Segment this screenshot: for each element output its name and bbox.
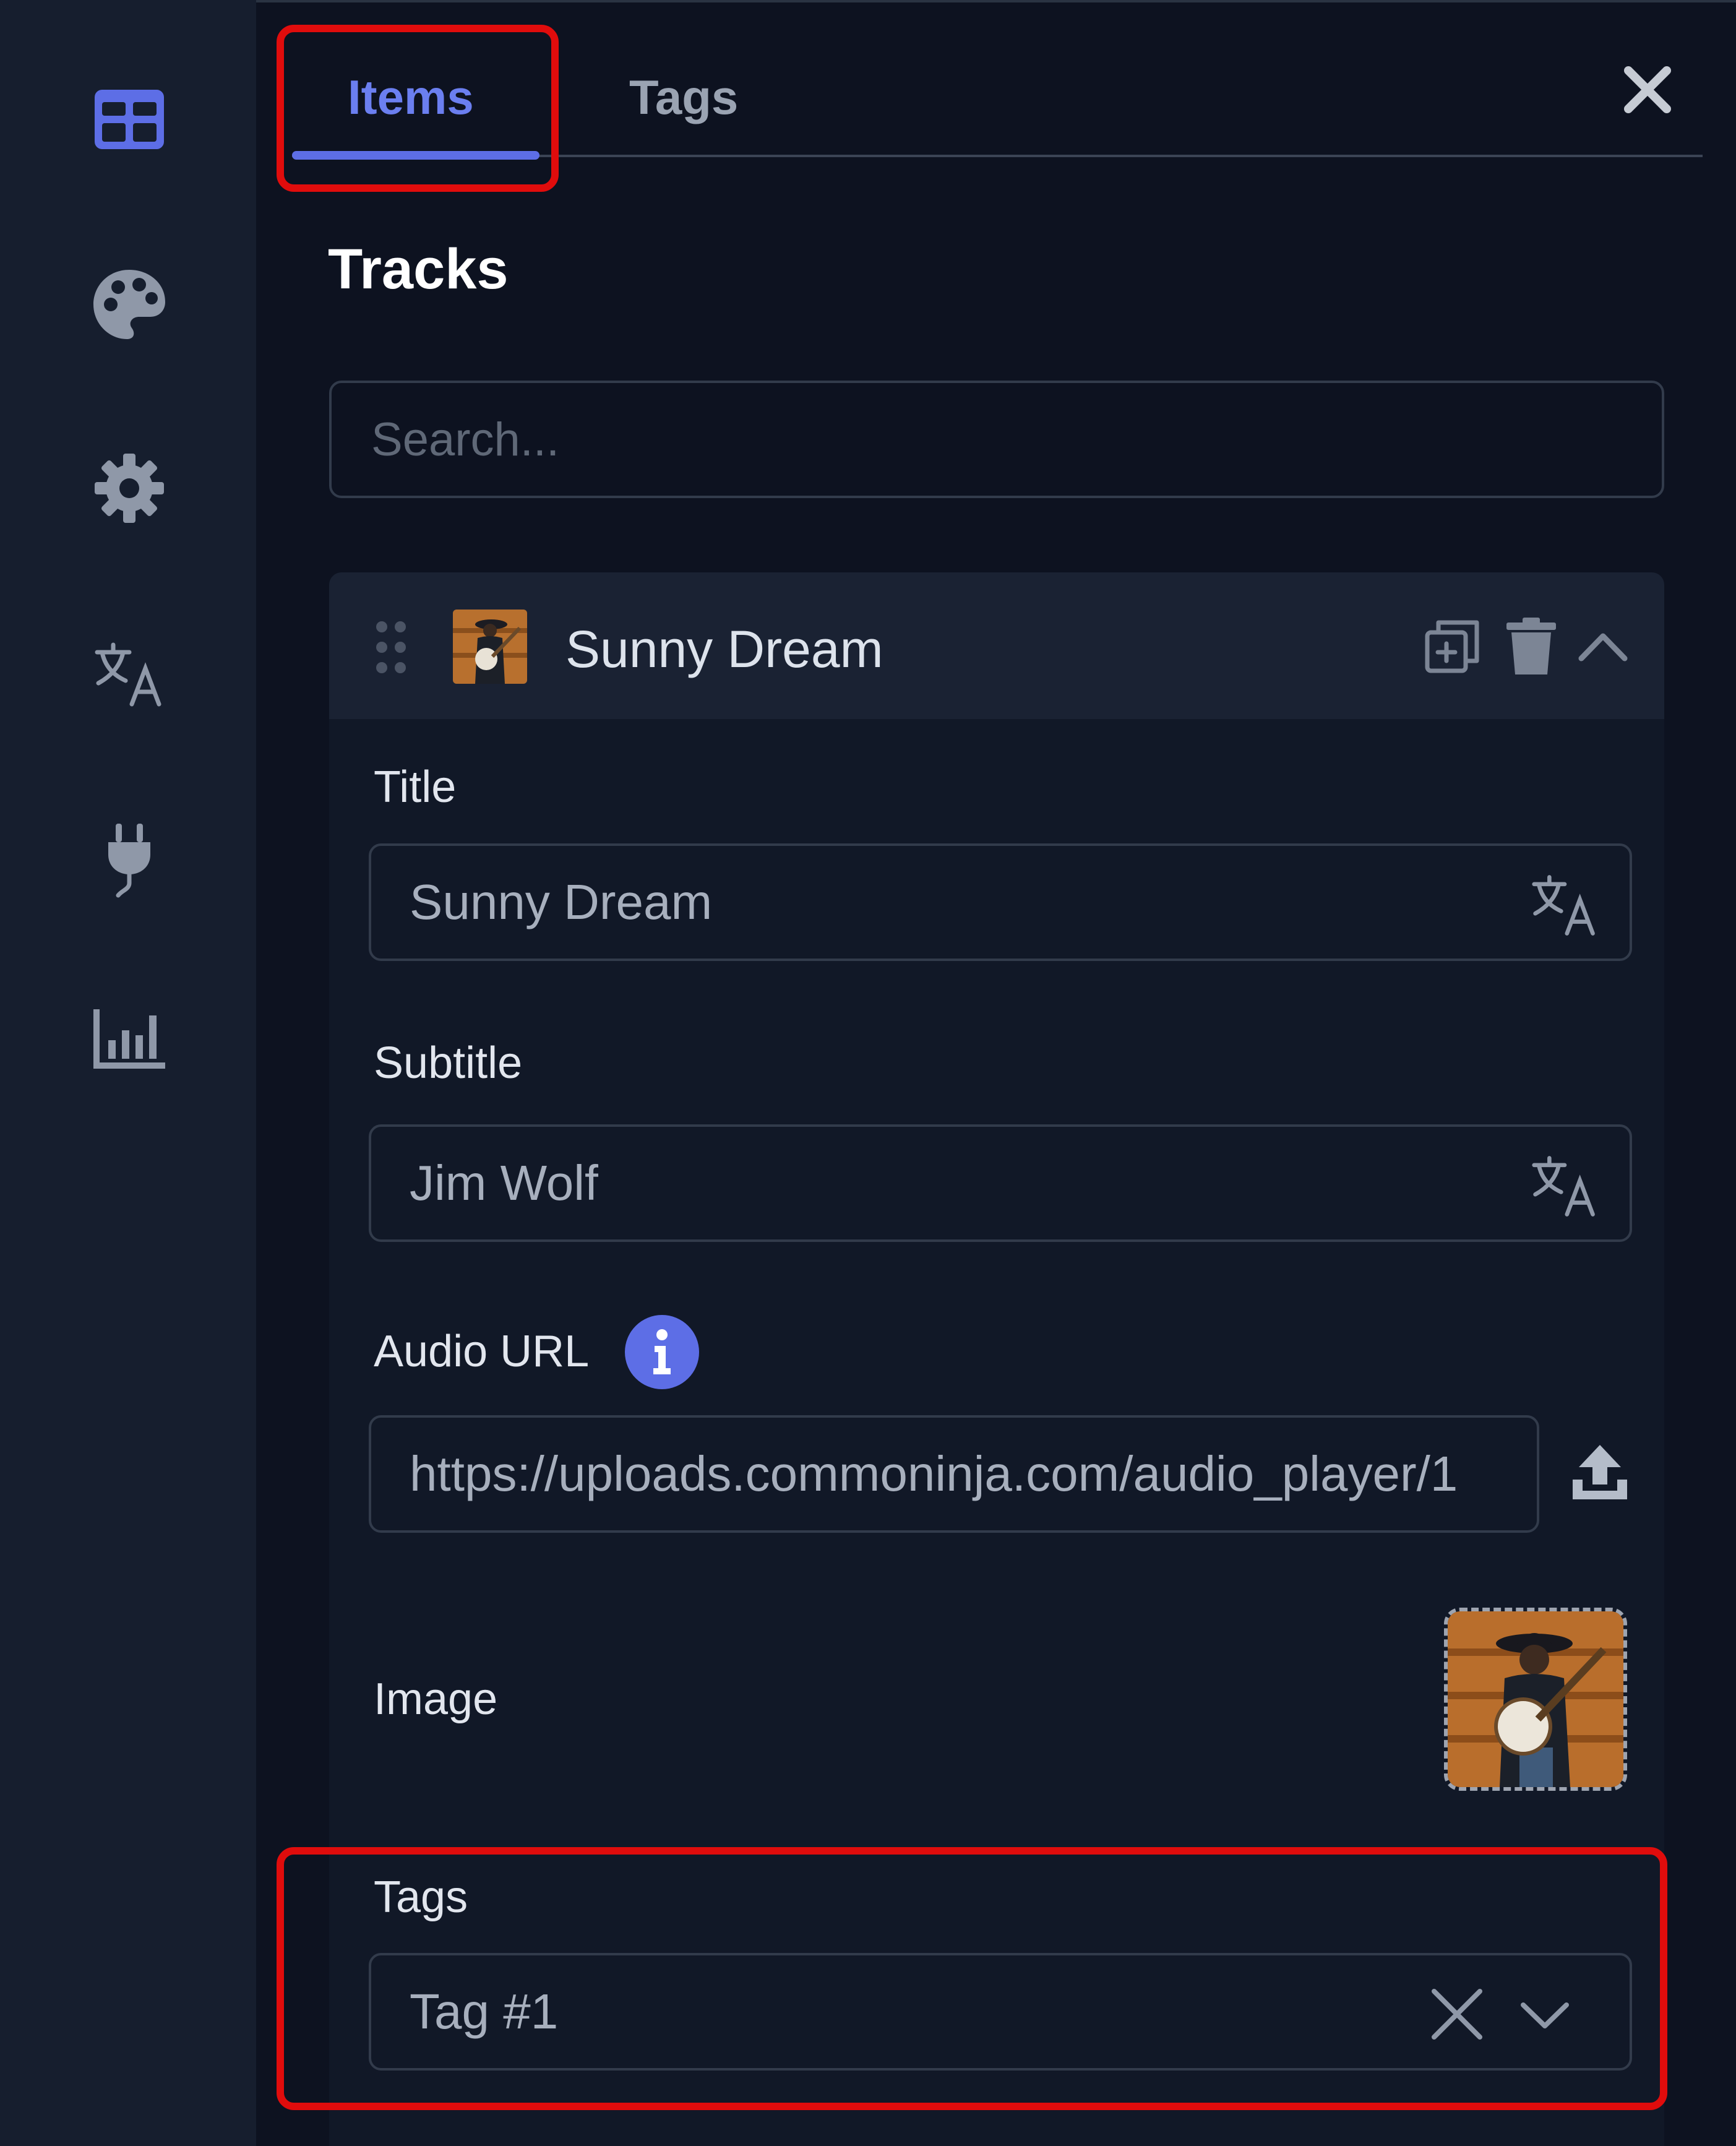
trash-icon[interactable]	[1497, 612, 1565, 680]
title-value: Sunny Dream	[410, 874, 713, 929]
chevron-up-icon[interactable]	[1569, 612, 1637, 680]
translate-icon[interactable]	[1531, 1152, 1599, 1220]
tags-select[interactable]: Tag #1	[369, 1953, 1632, 2071]
active-tab-indicator	[292, 151, 539, 160]
palette-icon[interactable]	[88, 263, 171, 346]
subtitle-field[interactable]: Jim Wolf	[369, 1124, 1632, 1242]
window-top-edge	[0, 0, 1736, 2]
track-card: Sunny Dream Title Sunny Dream Subtitle J…	[329, 572, 1664, 2146]
subtitle-value: Jim Wolf	[410, 1155, 599, 1210]
subtitle-label: Subtitle	[374, 1038, 523, 1088]
info-icon[interactable]	[625, 1315, 699, 1389]
tags-value: Tag #1	[410, 1984, 559, 2039]
grid-icon[interactable]	[88, 78, 171, 161]
chevron-down-icon[interactable]	[1517, 1994, 1573, 2037]
gear-icon[interactable]	[88, 447, 171, 530]
plug-icon[interactable]	[88, 818, 171, 901]
title-label: Title	[374, 762, 457, 812]
translate-icon[interactable]	[88, 632, 171, 715]
duplicate-icon[interactable]	[1418, 612, 1486, 680]
audio-url-label: Audio URL	[374, 1327, 590, 1376]
drag-handle-icon[interactable]	[372, 619, 410, 675]
audio-url-value: https://uploads.commoninja.com/audio_pla…	[410, 1446, 1458, 1501]
track-card-header[interactable]: Sunny Dream	[329, 572, 1664, 719]
tab-items[interactable]: Items	[348, 69, 474, 126]
clear-icon[interactable]	[1429, 1986, 1485, 2042]
translate-icon[interactable]	[1531, 871, 1599, 939]
tab-tags[interactable]: Tags	[629, 69, 738, 126]
tags-label: Tags	[374, 1872, 468, 1922]
section-title: Tracks	[328, 238, 509, 301]
title-field[interactable]: Sunny Dream	[369, 843, 1632, 961]
bar-chart-icon[interactable]	[88, 998, 171, 1080]
search-input[interactable]	[329, 381, 1664, 498]
image-upload-preview[interactable]	[1444, 1608, 1627, 1791]
track-thumbnail	[453, 610, 527, 684]
close-icon[interactable]	[1620, 62, 1675, 118]
track-name: Sunny Dream	[565, 620, 883, 678]
upload-icon[interactable]	[1569, 1441, 1631, 1503]
sidebar	[0, 0, 256, 2146]
image-label: Image	[374, 1674, 498, 1724]
audio-url-field[interactable]: https://uploads.commoninja.com/audio_pla…	[369, 1415, 1539, 1533]
